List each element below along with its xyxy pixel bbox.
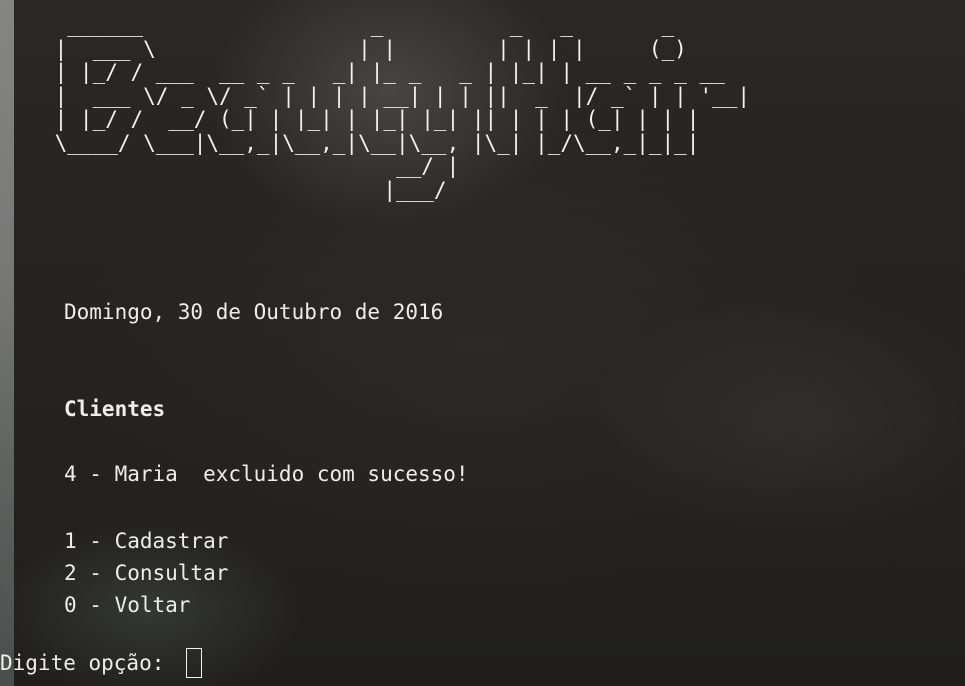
prompt-label: Digite opção: xyxy=(0,651,178,675)
section-title: Clientes xyxy=(64,397,166,421)
current-date: Domingo, 30 de Outubro de 2016 xyxy=(64,300,444,324)
menu-item-consultar: 2 - Consultar xyxy=(64,561,229,585)
status-message: 4 - Maria excluido com sucesso! xyxy=(64,462,469,486)
window-edge xyxy=(0,0,14,686)
input-prompt[interactable]: Digite opção: xyxy=(0,645,203,681)
menu-item-cadastrar: 1 - Cadastrar xyxy=(64,529,229,553)
beautyhair-ascii-logo: ______ _ _ _ _ | ___ \ | | | | | | (_) |… xyxy=(54,13,751,202)
options-menu: 1 - Cadastrar 2 - Consultar 0 - Voltar xyxy=(64,525,228,621)
terminal-window: ______ _ _ _ _ | ___ \ | | | | | | (_) |… xyxy=(0,0,965,686)
menu-item-voltar: 0 - Voltar xyxy=(64,593,191,617)
text-cursor[interactable] xyxy=(186,648,203,678)
